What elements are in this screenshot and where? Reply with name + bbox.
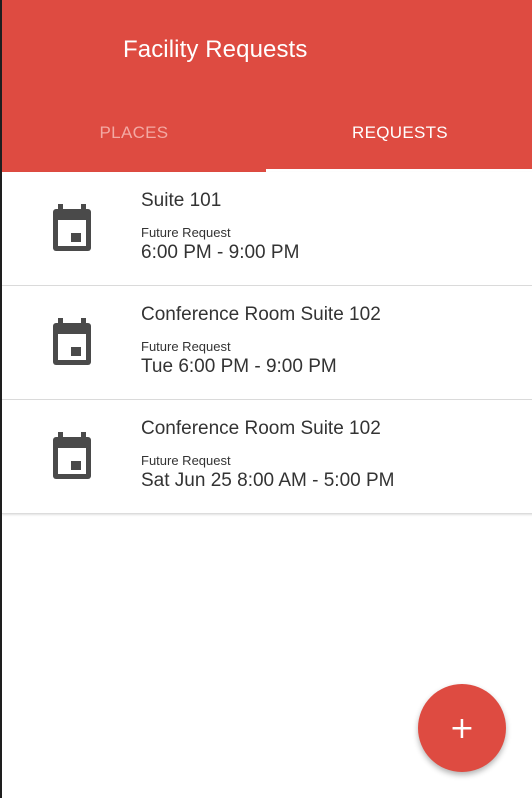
request-item[interactable]: Suite 101 Future Request 6:00 PM - 9:00 … xyxy=(2,172,532,286)
request-time: 6:00 PM - 9:00 PM xyxy=(141,242,300,263)
calendar-icon xyxy=(53,318,91,365)
request-title: Suite 101 xyxy=(141,190,222,211)
app-title: Facility Requests xyxy=(123,36,308,63)
request-status: Future Request xyxy=(141,453,231,468)
request-item[interactable]: Conference Room Suite 102 Future Request… xyxy=(2,286,532,400)
plus-icon: + xyxy=(449,710,475,746)
tab-places-label: PLACES xyxy=(99,123,169,142)
tab-requests-label: REQUESTS xyxy=(352,123,448,142)
app-bar: Facility Requests PLACES REQUESTS xyxy=(2,0,532,172)
app-frame: Facility Requests PLACES REQUESTS Suite … xyxy=(0,0,532,798)
request-title: Conference Room Suite 102 xyxy=(141,418,381,439)
request-time: Tue 6:00 PM - 9:00 PM xyxy=(141,356,337,377)
tab-places[interactable]: PLACES xyxy=(2,120,266,172)
request-list: Suite 101 Future Request 6:00 PM - 9:00 … xyxy=(2,172,532,514)
calendar-icon xyxy=(53,432,91,479)
request-time: Sat Jun 25 8:00 AM - 5:00 PM xyxy=(141,470,395,491)
request-item[interactable]: Conference Room Suite 102 Future Request… xyxy=(2,400,532,514)
request-title: Conference Room Suite 102 xyxy=(141,304,381,325)
add-request-button[interactable]: + xyxy=(418,684,506,772)
tab-requests[interactable]: REQUESTS xyxy=(266,120,532,172)
calendar-icon xyxy=(53,204,91,251)
request-status: Future Request xyxy=(141,339,231,354)
request-status: Future Request xyxy=(141,225,231,240)
